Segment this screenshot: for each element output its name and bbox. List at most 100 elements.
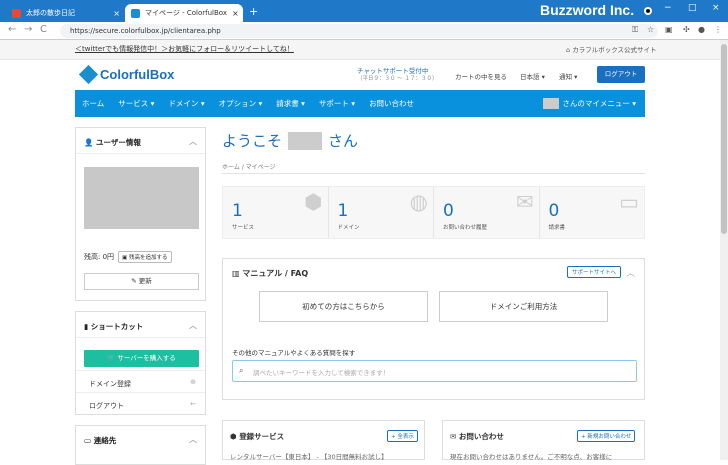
shortcut-panel: ▮ ショートカット ︿ 🛒 サーバーを購入する ドメイン登録 ⊕ ログアウト ←: [75, 311, 206, 415]
shortcut-logout[interactable]: ログアウト ←: [76, 392, 205, 416]
tab-title: 太郎の散歩日記: [26, 9, 75, 17]
chat-label: チャットサポート受付中: [357, 67, 429, 75]
shortcut-header[interactable]: ▮ ショートカット ︿: [76, 312, 205, 338]
chevron-up-icon[interactable]: ︿: [189, 320, 197, 331]
menu-support[interactable]: サポート ▾: [312, 98, 362, 109]
menu-services[interactable]: サービス ▾: [111, 98, 161, 109]
username-redacted: [543, 98, 560, 109]
close-window-icon[interactable]: ×: [712, 3, 720, 13]
domain-usage-button[interactable]: ドメインご利用方法: [439, 291, 608, 322]
twitter-link[interactable]: ＜twitterでも情報発信中！＞お気軽にフォロー＆リツイートしてね！: [75, 44, 294, 54]
official-site-label: カラフルボックス公式サイト: [572, 46, 657, 54]
tab-close-icon[interactable]: ×: [113, 9, 120, 18]
faq-search-input[interactable]: ⌕ 調べたいキーワードを入力して検索できます！: [232, 360, 637, 382]
contact-card: ✉ お問い合わせ + 新規お問い合わせ 現在お問い合わせはありません。ご不明な点…: [442, 420, 645, 461]
services-card: ⬢ 登録サービス + 全表示 レンタルサーバー【東日本】 - 【30日間無料お試…: [222, 420, 425, 461]
stat-tickets[interactable]: ✉ 0 お問い合わせ履歴: [434, 187, 540, 238]
profile-icon[interactable]: ●: [698, 25, 705, 34]
star-icon[interactable]: ☆: [647, 25, 654, 34]
book-icon: ▥: [232, 269, 240, 278]
tab-blog[interactable]: 太郎の散歩日記 ×: [6, 4, 126, 22]
new-ticket-button[interactable]: + 新規お問い合わせ: [577, 430, 636, 442]
key-icon[interactable]: ⚿: [632, 25, 638, 35]
maximize-icon[interactable]: □: [688, 3, 697, 13]
add-balance-button[interactable]: ▣ 残高を追加する: [118, 251, 172, 263]
logo[interactable]: ColorfulBox: [78, 64, 174, 85]
page-title: ようこそ さん: [222, 130, 358, 151]
breadcrumb[interactable]: ホーム / マイページ: [222, 162, 276, 171]
stat-services[interactable]: ⬢ 1 サービス: [223, 187, 329, 238]
support-site-button[interactable]: サポートサイトへ: [567, 266, 622, 278]
refresh-label: 更新: [138, 277, 152, 285]
tab-mypage[interactable]: マイページ - ColorfulBox ×: [125, 4, 243, 22]
my-menu-dropdown[interactable]: さんのマイメニュー ▾: [543, 98, 645, 109]
chat-icon: ✉: [515, 190, 534, 214]
notification-dropdown[interactable]: 通知 ▾: [559, 71, 577, 81]
user-icon: 👤: [84, 138, 94, 147]
menu-domains[interactable]: ドメイン ▾: [161, 98, 211, 109]
globe-icon: ⊕: [190, 378, 196, 386]
shortcut-domain-register[interactable]: ドメイン登録 ⊕: [76, 370, 205, 394]
official-site-link[interactable]: ⌂ カラフルボックス公式サイト: [566, 44, 657, 54]
chat-icon: ✉: [450, 432, 457, 441]
card-icon: ▭: [619, 190, 639, 214]
show-all-button[interactable]: + 全表示: [387, 430, 418, 442]
manual-faq-card: ▥ マニュアル / FAQ サポートサイトへ ︿ 初めての方はこちらから ドメイ…: [222, 258, 645, 400]
welcome-prefix: ようこそ: [222, 132, 283, 150]
main-menu: ホーム サービス ▾ ドメイン ▾ オプション ▾ 請求書 ▾ サポート ▾ お…: [75, 90, 645, 117]
extension-icon[interactable]: ▣: [665, 25, 673, 34]
chat-support[interactable]: チャットサポート受付中 （平日９：３０ ～ １７：３０）: [357, 67, 438, 83]
folder-icon: ▭: [84, 436, 92, 445]
stat-domains[interactable]: ◍ 1 ドメイン: [329, 187, 434, 238]
stat-invoices[interactable]: ▭ 0 請求書: [540, 187, 645, 238]
menu-kebab-icon[interactable]: ⋮: [714, 25, 722, 34]
stat-label: 請求書: [548, 225, 566, 231]
add-balance-label: 残高を追加する: [129, 255, 168, 261]
stat-number: 1: [232, 201, 243, 221]
puzzle-icon[interactable]: ✣: [683, 25, 690, 34]
balance-row: 残高: 0円 ▣ 残高を追加する: [84, 251, 172, 263]
contact-title: 連絡先: [93, 436, 117, 445]
menu-options[interactable]: オプション ▾: [212, 98, 270, 109]
stat-label: お問い合わせ履歴: [443, 225, 488, 231]
menu-home[interactable]: ホーム: [75, 98, 111, 109]
beginners-button[interactable]: 初めての方はこちらから: [259, 291, 428, 322]
minimize-icon[interactable]: −: [664, 3, 672, 13]
stat-number: 0: [443, 201, 454, 221]
menu-invoices[interactable]: 請求書 ▾: [269, 98, 312, 109]
user-info-header[interactable]: 👤 ユーザー情報 ︿: [76, 128, 205, 154]
url-field[interactable]: https://secure.colorfulbox.jp/clientarea…: [60, 24, 658, 38]
arrow-left-icon: ←: [190, 400, 196, 408]
contact-header[interactable]: ▭ 連絡先 ︿: [76, 426, 205, 452]
contact-card-title: ✉ お問い合わせ: [450, 431, 504, 442]
forward-icon[interactable]: →: [24, 24, 32, 35]
cart-icon: 🛒: [107, 354, 116, 362]
shortcut-label: ドメイン登録: [89, 380, 131, 388]
buy-server-button[interactable]: 🛒 サーバーを購入する: [84, 350, 199, 367]
logo-cube-icon: [78, 64, 99, 85]
search-placeholder: 調べたいキーワードを入力して検索できます！: [253, 369, 390, 377]
tab-close-icon[interactable]: ×: [232, 9, 239, 18]
refresh-button[interactable]: ✎ 更新: [84, 273, 199, 290]
search-icon: ⌕: [239, 366, 244, 375]
buy-server-label: サーバーを購入する: [117, 354, 176, 362]
stat-label: ドメイン: [337, 225, 360, 231]
chevron-up-icon[interactable]: ︿: [189, 136, 197, 147]
brand-label: Buzzword Inc.: [540, 2, 635, 18]
back-icon[interactable]: ←: [8, 24, 16, 35]
manual-faq-header: ▥ マニュアル / FAQ サポートサイトへ ︿: [223, 259, 644, 285]
contact-title-text: お問い合わせ: [458, 432, 504, 441]
reload-icon[interactable]: C: [40, 24, 47, 35]
cart-link[interactable]: カートの中を見る: [455, 71, 507, 81]
menu-contact[interactable]: お問い合わせ: [362, 98, 421, 109]
info-bar: ＜twitterでも情報発信中！＞お気軽にフォロー＆リツイートしてね！ ⌂ カラ…: [0, 40, 720, 60]
language-dropdown[interactable]: 日本語 ▾: [520, 71, 545, 81]
divider: [222, 173, 645, 174]
scrollbar-thumb[interactable]: [721, 44, 727, 234]
chevron-up-icon[interactable]: ︿: [189, 434, 197, 445]
logout-button[interactable]: ログアウト: [597, 66, 645, 83]
chevron-up-icon[interactable]: ︿: [626, 266, 635, 279]
new-tab-icon[interactable]: +: [249, 5, 258, 18]
services-title-text: 登録サービス: [239, 432, 285, 441]
my-menu-label: さんのマイメニュー ▾: [562, 99, 636, 108]
